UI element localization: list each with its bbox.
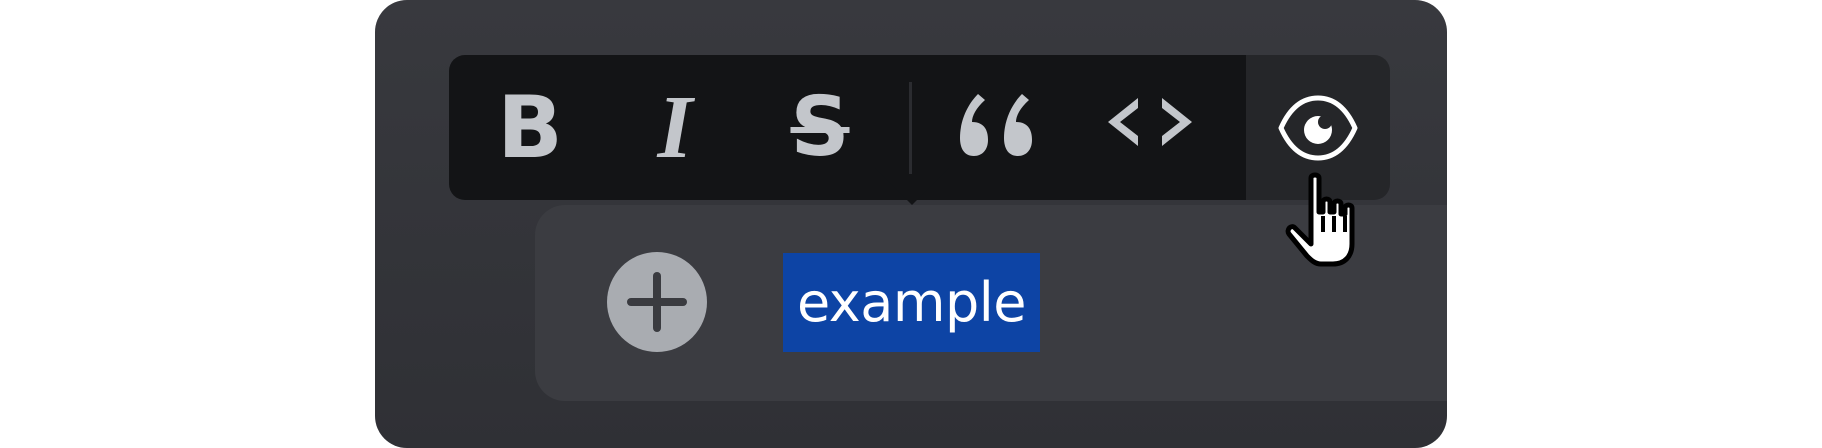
eye-icon [1278, 95, 1358, 160]
plus-icon [627, 272, 687, 332]
strikethrough-icon: S [790, 79, 850, 175]
add-block-button[interactable] [607, 252, 707, 352]
code-icon [1108, 97, 1192, 146]
selected-text[interactable]: example [783, 253, 1040, 352]
toolbar-divider [909, 82, 912, 174]
code-button[interactable] [1095, 55, 1205, 200]
quote-button[interactable] [945, 55, 1055, 200]
strikethrough-button[interactable]: S [765, 55, 875, 200]
italic-icon: I [657, 77, 693, 177]
quote-icon [960, 93, 1032, 156]
bold-button[interactable]: B [475, 55, 585, 200]
toolbar-pointer [875, 168, 949, 205]
italic-button[interactable]: I [620, 55, 730, 200]
editor-frame: example B I S [375, 0, 1447, 448]
hand-pointer-icon [1283, 172, 1363, 272]
bold-icon: B [497, 77, 563, 178]
